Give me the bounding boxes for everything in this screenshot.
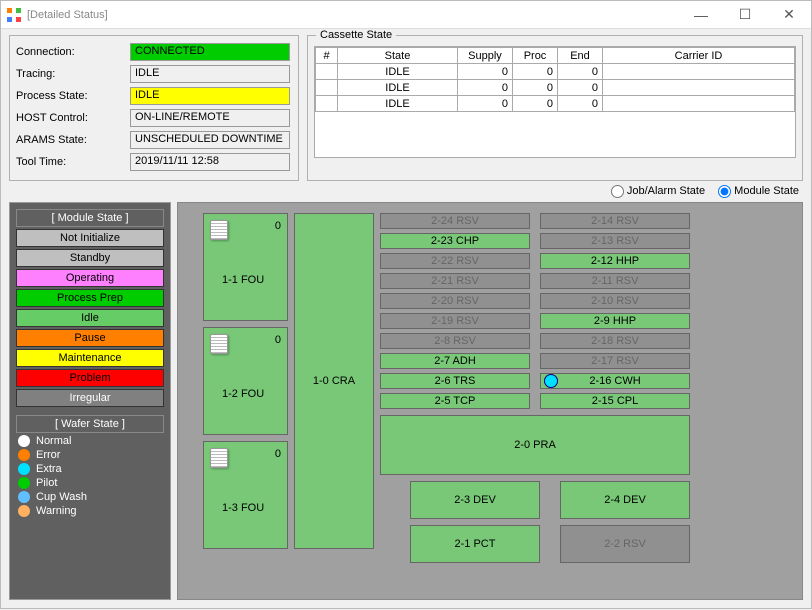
module-2-0[interactable]: 2-0 PRA: [380, 415, 690, 475]
fou-1-2-count: 0: [275, 334, 281, 346]
process-state-value: IDLE: [130, 87, 290, 105]
cass-h-carrier: Carrier ID: [603, 48, 795, 64]
host-value: ON-LINE/REMOTE: [130, 109, 290, 127]
module-2-1[interactable]: 2-1 PCT: [410, 525, 540, 563]
legend-process-prep[interactable]: Process Prep: [16, 289, 164, 307]
cass-h-proc: Proc: [513, 48, 558, 64]
module-2-20[interactable]: 2-20 RSV: [380, 293, 530, 309]
fou-1-1-count: 0: [275, 220, 281, 232]
module-2-19[interactable]: 2-19 RSV: [380, 313, 530, 329]
fou-1-1-label: 1-1 FOU: [222, 274, 264, 286]
fou-1-3[interactable]: 0 1-3 FOU: [203, 441, 288, 549]
legend-pause[interactable]: Pause: [16, 329, 164, 347]
fou-1-2-label: 1-2 FOU: [222, 388, 264, 400]
fou-1-3-count: 0: [275, 448, 281, 460]
fou-1-3-label: 1-3 FOU: [222, 502, 264, 514]
wafer-extra: Extra: [18, 463, 162, 475]
module-radio-label[interactable]: Module State: [718, 185, 799, 197]
module-2-7[interactable]: 2-7 ADH: [380, 353, 530, 369]
module-2-11[interactable]: 2-11 RSV: [540, 273, 690, 289]
tooltime-value: 2019/11/11 12:58: [130, 153, 290, 171]
module-radio[interactable]: [718, 185, 731, 198]
app-icon: [7, 8, 21, 22]
legend-problem[interactable]: Problem: [16, 369, 164, 387]
wafer-normal: Normal: [18, 435, 162, 447]
module-2-8[interactable]: 2-8 RSV: [380, 333, 530, 349]
module-2-6[interactable]: 2-6 TRS: [380, 373, 530, 389]
wafer-marker-extra: [544, 374, 558, 388]
tooltime-label: Tool Time:: [16, 156, 130, 168]
wafer-pilot: Pilot: [18, 477, 162, 489]
legend-standby[interactable]: Standby: [16, 249, 164, 267]
cass-h-end: End: [558, 48, 603, 64]
wafer-cupwash: Cup Wash: [18, 491, 162, 503]
table-row: IDLE000: [316, 96, 795, 112]
fou-1-2[interactable]: 0 1-2 FOU: [203, 327, 288, 435]
module-2-15[interactable]: 2-15 CPL: [540, 393, 690, 409]
window-title: [Detailed Status]: [27, 9, 108, 21]
legend-idle[interactable]: Idle: [16, 309, 164, 327]
cassette-table: # State Supply Proc End Carrier ID IDLE0…: [315, 47, 795, 112]
cassette-icon: [210, 220, 228, 240]
wafer-state-title: [ Wafer State ]: [16, 415, 164, 433]
module-cra[interactable]: 1-0 CRA: [294, 213, 374, 549]
wafer-warning: Warning: [18, 505, 162, 517]
view-mode-radios: Job/Alarm State Module State: [1, 183, 811, 202]
module-2-2[interactable]: 2-2 RSV: [560, 525, 690, 563]
cassette-panel: Cassette State # State Supply Proc End C…: [307, 35, 803, 181]
module-2-16[interactable]: 2-16 CWH: [540, 373, 690, 389]
module-2-13[interactable]: 2-13 RSV: [540, 233, 690, 249]
module-2-3[interactable]: 2-3 DEV: [410, 481, 540, 519]
module-2-14[interactable]: 2-14 RSV: [540, 213, 690, 229]
arams-value: UNSCHEDULED DOWNTIME: [130, 131, 290, 149]
module-2-23[interactable]: 2-23 CHP: [380, 233, 530, 249]
cassette-icon: [210, 334, 228, 354]
cass-h-num: #: [316, 48, 338, 64]
titlebar: [Detailed Status] — ☐ ✕: [1, 1, 811, 29]
table-row: IDLE000: [316, 80, 795, 96]
tracing-label: Tracing:: [16, 68, 130, 80]
legend-irregular[interactable]: Irregular: [16, 389, 164, 407]
module-2-5[interactable]: 2-5 TCP: [380, 393, 530, 409]
close-button[interactable]: ✕: [767, 1, 811, 29]
arams-label: ARAMS State:: [16, 134, 130, 146]
legend-panel: [ Module State ] Not Initialize Standby …: [9, 202, 171, 600]
host-label: HOST Control:: [16, 112, 130, 124]
process-state-label: Process State:: [16, 90, 130, 102]
module-map: 0 1-1 FOU 0 1-2 FOU 0 1-3 FOU 1-0 CRA 2-…: [177, 202, 803, 600]
cass-h-state: State: [338, 48, 458, 64]
module-2-22[interactable]: 2-22 RSV: [380, 253, 530, 269]
jobalarm-radio[interactable]: [611, 185, 624, 198]
fou-1-1[interactable]: 0 1-1 FOU: [203, 213, 288, 321]
connection-label: Connection:: [16, 46, 130, 58]
module-2-24[interactable]: 2-24 RSV: [380, 213, 530, 229]
module-2-21[interactable]: 2-21 RSV: [380, 273, 530, 289]
wafer-error: Error: [18, 449, 162, 461]
module-2-12[interactable]: 2-12 HHP: [540, 253, 690, 269]
cassette-legend: Cassette State: [316, 29, 396, 41]
tracing-value: IDLE: [130, 65, 290, 83]
connection-value: CONNECTED: [130, 43, 290, 61]
table-row: IDLE000: [316, 64, 795, 80]
status-panel: Connection:CONNECTED Tracing:IDLE Proces…: [9, 35, 299, 181]
module-2-10[interactable]: 2-10 RSV: [540, 293, 690, 309]
legend-operating[interactable]: Operating: [16, 269, 164, 287]
module-2-4[interactable]: 2-4 DEV: [560, 481, 690, 519]
module-state-title: [ Module State ]: [16, 209, 164, 227]
module-2-9[interactable]: 2-9 HHP: [540, 313, 690, 329]
cass-h-supply: Supply: [458, 48, 513, 64]
module-2-18[interactable]: 2-18 RSV: [540, 333, 690, 349]
maximize-button[interactable]: ☐: [723, 1, 767, 29]
cassette-icon: [210, 448, 228, 468]
legend-maintenance[interactable]: Maintenance: [16, 349, 164, 367]
minimize-button[interactable]: —: [679, 1, 723, 29]
legend-not-initialize[interactable]: Not Initialize: [16, 229, 164, 247]
module-2-17[interactable]: 2-17 RSV: [540, 353, 690, 369]
jobalarm-radio-label[interactable]: Job/Alarm State: [611, 185, 705, 197]
